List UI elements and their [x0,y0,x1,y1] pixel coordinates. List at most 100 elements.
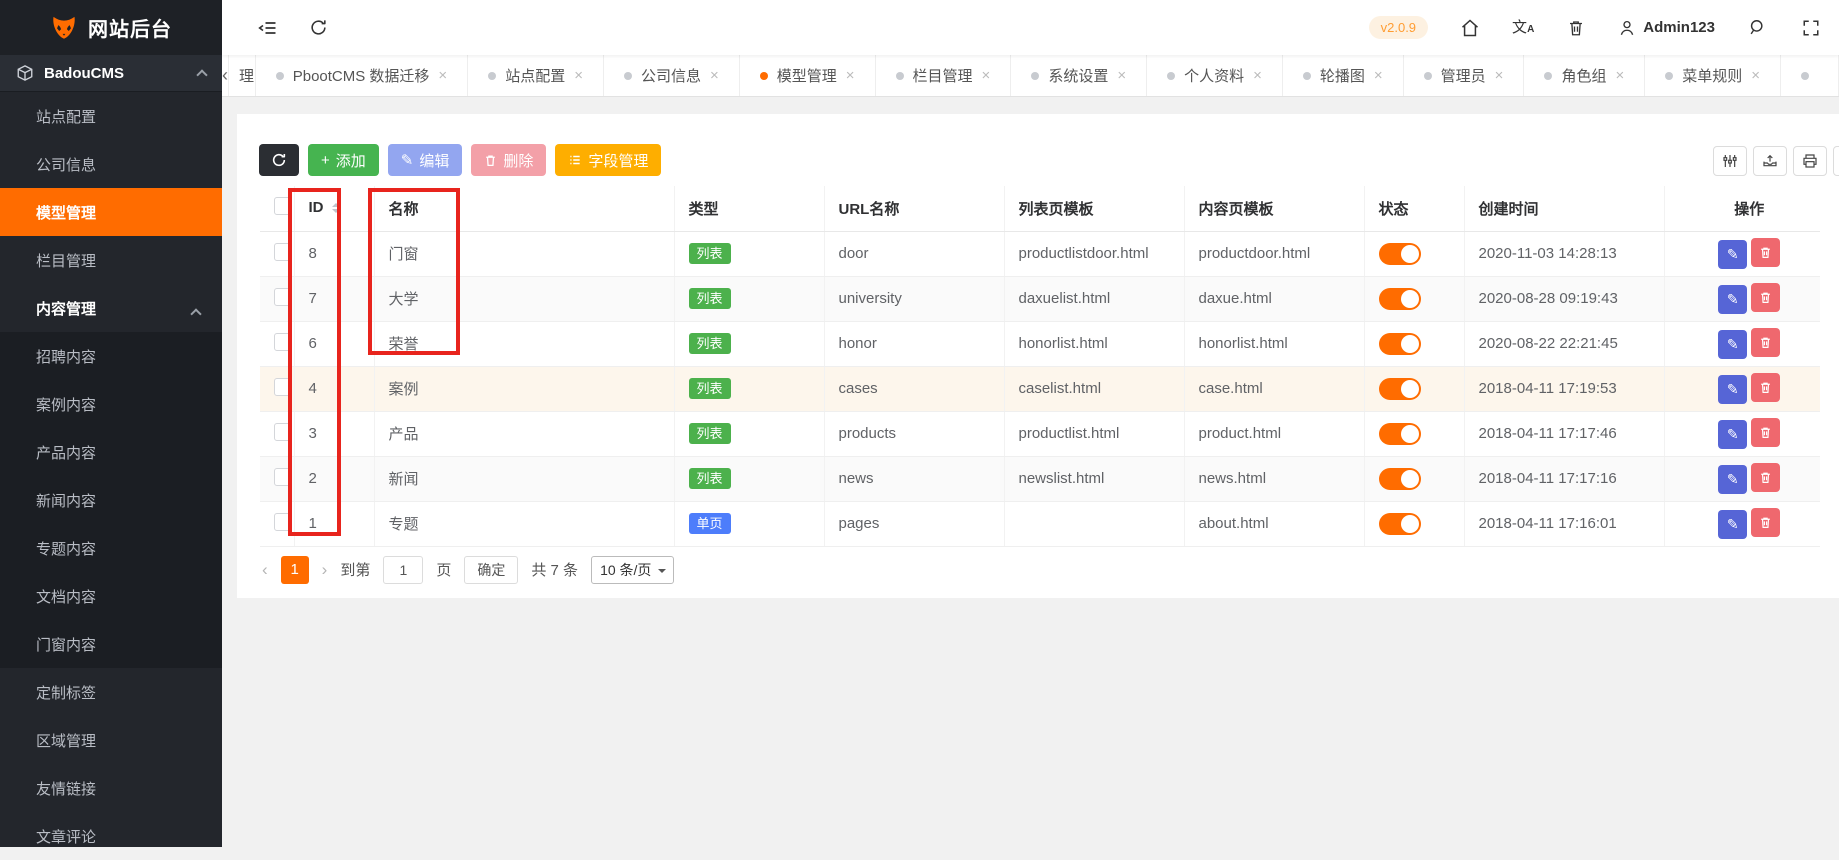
tab-profile[interactable]: 个人资料× [1147,55,1283,96]
tab-company-info[interactable]: 公司信息× [604,55,740,96]
status-toggle[interactable] [1379,243,1421,265]
tab-stub[interactable]: × [1781,55,1839,96]
select-all-checkbox[interactable] [274,197,292,215]
tab-close-icon[interactable]: × [1374,67,1383,84]
field-manage-button[interactable]: 字段管理 [555,144,661,176]
row-checkbox[interactable] [274,243,292,261]
row-edit-button[interactable]: ✎ [1718,510,1747,539]
status-toggle[interactable] [1379,378,1421,400]
sidebar-item-column-manage[interactable]: 栏目管理 [0,236,222,284]
sidebar-item-doc-content[interactable]: 文档内容 [0,572,222,620]
next-page-icon[interactable]: › [322,560,328,580]
delete-button[interactable]: 删除 [471,144,546,176]
menu-fold-icon[interactable] [256,16,280,40]
row-delete-button[interactable] [1751,508,1780,537]
refresh-icon[interactable] [306,16,330,40]
tab-menu-rules[interactable]: 菜单规则× [1645,55,1781,96]
status-toggle[interactable] [1379,468,1421,490]
row-edit-button[interactable]: ✎ [1718,330,1747,359]
toggle-columns-button[interactable] [1713,146,1747,176]
fullscreen-icon[interactable] [1799,16,1823,40]
refresh-button[interactable] [259,144,299,176]
sidebar-item-topic-content[interactable]: 专题内容 [0,524,222,572]
tab-close-icon[interactable]: × [1117,67,1126,84]
row-checkbox[interactable] [274,513,292,531]
header-type[interactable]: 类型 [674,186,824,231]
logo-row[interactable]: 网站后台 [0,0,222,55]
tab-model-manage[interactable]: 模型管理× [740,55,876,96]
sidebar-item-company-info[interactable]: 公司信息 [0,140,222,188]
sidebar-item-product-content[interactable]: 产品内容 [0,428,222,476]
row-edit-button[interactable]: ✎ [1718,465,1747,494]
search-icon[interactable] [1745,16,1769,40]
sidebar-item-site-config[interactable]: 站点配置 [0,92,222,140]
status-toggle[interactable] [1379,333,1421,355]
row-checkbox[interactable] [274,423,292,441]
tab-close-icon[interactable]: × [1253,67,1262,84]
sidebar-item-content-manage[interactable]: 内容管理 [0,284,222,332]
header-created[interactable]: 创建时间 [1464,186,1664,231]
table-row[interactable]: 2 新闻 列表 news newslist.html news.html 201… [260,456,1820,501]
row-edit-button[interactable]: ✎ [1718,420,1747,449]
row-delete-button[interactable] [1751,418,1780,447]
row-edit-button[interactable]: ✎ [1718,285,1747,314]
tab-site-config[interactable]: 站点配置× [468,55,604,96]
row-delete-button[interactable] [1751,373,1780,402]
tab-admins[interactable]: 管理员× [1404,55,1525,96]
tab-system-settings[interactable]: 系统设置× [1011,55,1147,96]
status-toggle[interactable] [1379,423,1421,445]
print-button[interactable] [1793,146,1827,176]
table-row[interactable]: 4 案例 列表 cases caselist.html case.html 20… [260,366,1820,411]
sidebar-item-friend-links[interactable]: 友情链接 [0,764,222,812]
tab-close-icon[interactable]: × [982,67,991,84]
table-row[interactable]: 3 产品 列表 products productlist.html produc… [260,411,1820,456]
user-menu[interactable]: Admin123 [1618,19,1715,37]
tabs-scroll-left[interactable]: ‹ [222,55,229,96]
sidebar-item-custom-tags[interactable]: 定制标签 [0,668,222,716]
export-button[interactable] [1753,146,1787,176]
status-toggle[interactable] [1379,513,1421,535]
sidebar-item-article-comments[interactable]: 文章评论 [0,812,222,860]
row-delete-button[interactable] [1751,283,1780,312]
header-list-template[interactable]: 列表页模板 [1004,186,1184,231]
sidebar-item-door-content[interactable]: 门窗内容 [0,620,222,668]
edit-button[interactable]: ✎编辑 [388,144,463,176]
table-row[interactable]: 6 荣誉 列表 honor honorlist.html honorlist.h… [260,321,1820,366]
header-status[interactable]: 状态 [1364,186,1464,231]
header-id[interactable]: ID [294,186,374,231]
tab-close-icon[interactable]: × [1615,67,1624,84]
row-checkbox[interactable] [274,333,292,351]
header-url[interactable]: URL名称 [824,186,1004,231]
row-edit-button[interactable]: ✎ [1718,240,1747,269]
row-delete-button[interactable] [1751,328,1780,357]
tab-role-groups[interactable]: 角色组× [1524,55,1645,96]
row-delete-button[interactable] [1751,238,1780,267]
goto-confirm-button[interactable]: 确定 [464,556,518,584]
sidebar-item-recruit-content[interactable]: 招聘内容 [0,332,222,380]
translate-icon[interactable]: 文A [1512,20,1534,35]
version-badge[interactable]: v2.0.9 [1369,16,1428,39]
header-content-template[interactable]: 内容页模板 [1184,186,1364,231]
tab-close-icon[interactable]: × [574,67,583,84]
sidebar-item-model-manage[interactable]: 模型管理 [0,188,222,236]
trash-icon[interactable] [1564,16,1588,40]
row-checkbox[interactable] [274,378,292,396]
home-icon[interactable] [1458,16,1482,40]
more-tools-button[interactable] [1833,146,1839,176]
prev-page-icon[interactable]: ‹ [262,560,268,580]
sidebar-group-badoucms[interactable]: BadouCMS [0,55,222,92]
table-row[interactable]: 8 门窗 列表 door productlistdoor.html produc… [260,231,1820,276]
current-page[interactable]: 1 [281,556,309,584]
row-delete-button[interactable] [1751,463,1780,492]
sidebar-item-news-content[interactable]: 新闻内容 [0,476,222,524]
tab-close-icon[interactable]: × [846,67,855,84]
table-row[interactable]: 1 专题 单页 pages about.html 2018-04-11 17:1… [260,501,1820,546]
tab-column-manage[interactable]: 栏目管理× [876,55,1012,96]
row-edit-button[interactable]: ✎ [1718,375,1747,404]
sidebar-item-case-content[interactable]: 案例内容 [0,380,222,428]
tab-pbootcms-migrate[interactable]: PbootCMS 数据迁移× [256,55,468,96]
status-toggle[interactable] [1379,288,1421,310]
tab-close-icon[interactable]: × [1495,67,1504,84]
tab-clipped[interactable]: 理× [229,55,256,96]
tab-close-icon[interactable]: × [710,67,719,84]
